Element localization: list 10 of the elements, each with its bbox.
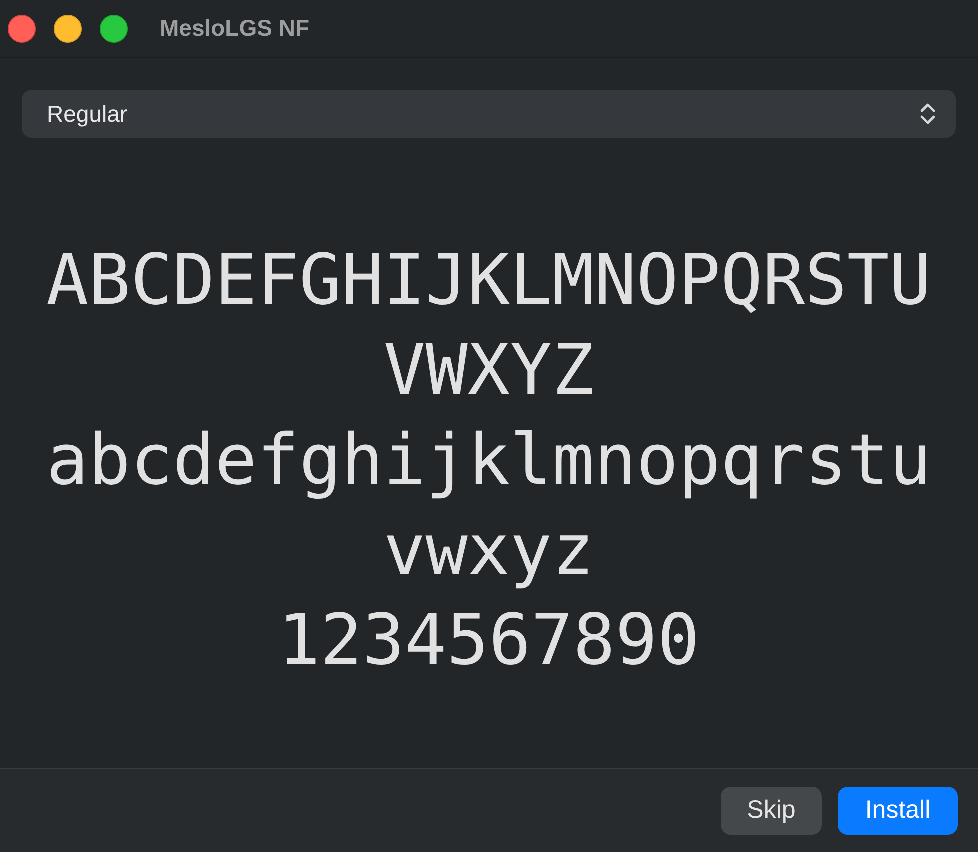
install-button[interactable]: Install	[838, 786, 958, 834]
close-icon[interactable]	[8, 14, 36, 42]
skip-button[interactable]: Skip	[721, 786, 822, 834]
window-title: MesloLGS NF	[160, 14, 310, 44]
style-dropdown[interactable]: Regular	[22, 90, 956, 138]
chevron-up-down-icon	[920, 103, 936, 125]
font-sample-text: 1234567890	[277, 598, 701, 683]
font-sample-text: abcdefghijklmnopqrstuvwxyz	[45, 418, 932, 593]
minimize-icon[interactable]	[54, 14, 82, 42]
zoom-icon[interactable]	[100, 14, 128, 42]
